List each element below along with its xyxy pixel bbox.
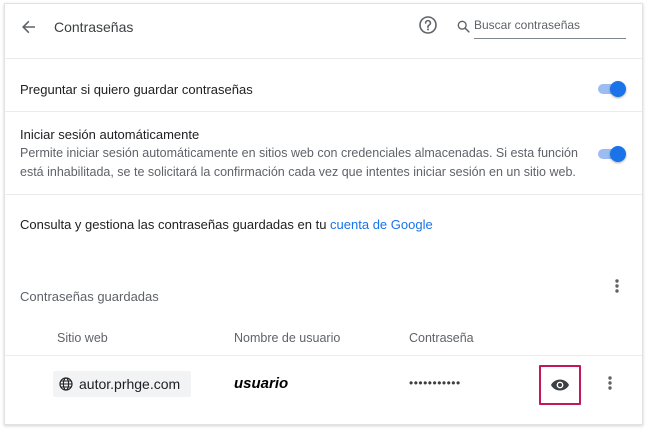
google-account-link[interactable]: cuenta de Google (330, 217, 433, 232)
back-arrow-icon[interactable] (19, 17, 39, 37)
search-input[interactable] (474, 16, 626, 39)
toggle-knob (610, 81, 626, 97)
site-link[interactable]: autor.prhge.com (53, 371, 191, 397)
column-header-username: Nombre de usuario (234, 331, 341, 345)
auto-signin-description: Permite iniciar sesión automáticamente e… (20, 146, 578, 179)
auto-signin-label: Iniciar sesión automáticamente (20, 127, 200, 142)
divider (5, 194, 642, 195)
saved-passwords-heading: Contraseñas guardadas (20, 289, 159, 304)
toggle-knob (610, 146, 626, 162)
offer-to-save-toggle[interactable] (596, 81, 626, 97)
manage-passwords-prefix: Consulta y gestiona las contraseñas guar… (20, 217, 331, 232)
password-row-menu-icon[interactable] (602, 373, 618, 393)
search-box (455, 16, 627, 40)
globe-icon (59, 377, 73, 391)
site-name: autor.prhge.com (79, 376, 181, 392)
saved-passwords-menu-icon[interactable] (609, 276, 625, 296)
help-icon[interactable] (418, 15, 438, 35)
passwords-settings-card: Contraseñas Preguntar si quiero guardar … (4, 3, 643, 425)
show-password-eye-icon[interactable] (550, 376, 570, 394)
column-header-site: Sitio web (57, 331, 108, 345)
page-title: Contraseñas (54, 19, 134, 35)
offer-to-save-label: Preguntar si quiero guardar contraseñas (20, 82, 253, 97)
divider (5, 58, 642, 59)
divider (5, 355, 642, 356)
divider (5, 111, 642, 112)
show-password-highlight (539, 365, 581, 405)
search-icon (457, 20, 470, 33)
password-value: ••••••••••• (409, 376, 461, 390)
username-value: usuario (234, 375, 289, 392)
manage-passwords-text: Consulta y gestiona las contraseñas guar… (20, 217, 433, 232)
column-header-password: Contraseña (409, 331, 474, 345)
auto-signin-toggle[interactable] (596, 146, 626, 162)
